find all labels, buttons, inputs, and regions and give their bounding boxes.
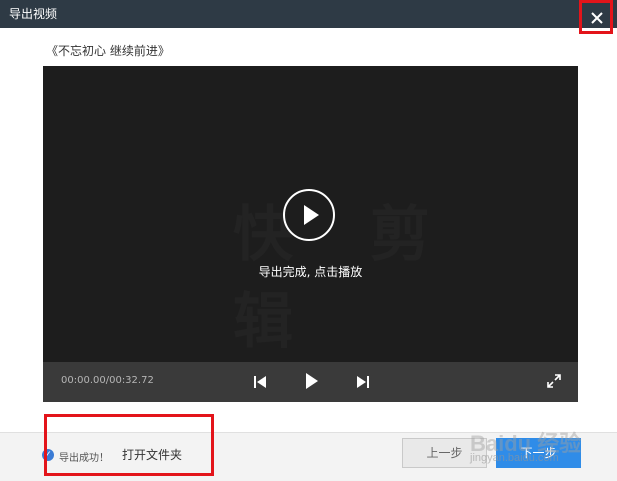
big-play-button[interactable] <box>283 189 335 241</box>
previous-frame-icon <box>254 376 266 388</box>
baidu-watermark-url: jingyan.baidu.com <box>470 452 559 464</box>
play-icon <box>306 373 318 389</box>
annotation-highlight <box>44 414 214 476</box>
fullscreen-button[interactable] <box>546 373 562 393</box>
title-bar: 导出视频 <box>0 0 617 28</box>
video-title: 《不忘初心 继续前进》 <box>46 44 170 58</box>
play-icon <box>304 205 319 225</box>
next-frame-icon <box>357 376 369 388</box>
window-title: 导出视频 <box>9 7 58 21</box>
video-player[interactable]: 快 剪 辑 导出完成, 点击播放 00:00.00/00:32.72 <box>43 66 578 402</box>
export-complete-message[interactable]: 导出完成, 点击播放 <box>43 263 578 280</box>
next-frame-button[interactable] <box>356 374 370 393</box>
play-button[interactable] <box>305 372 319 394</box>
player-controls: 00:00.00/00:32.72 <box>43 362 578 402</box>
previous-frame-button[interactable] <box>253 374 267 393</box>
fullscreen-icon <box>547 374 561 388</box>
close-button[interactable] <box>579 0 613 34</box>
timecode: 00:00.00/00:32.72 <box>61 375 154 386</box>
close-icon <box>591 12 603 24</box>
